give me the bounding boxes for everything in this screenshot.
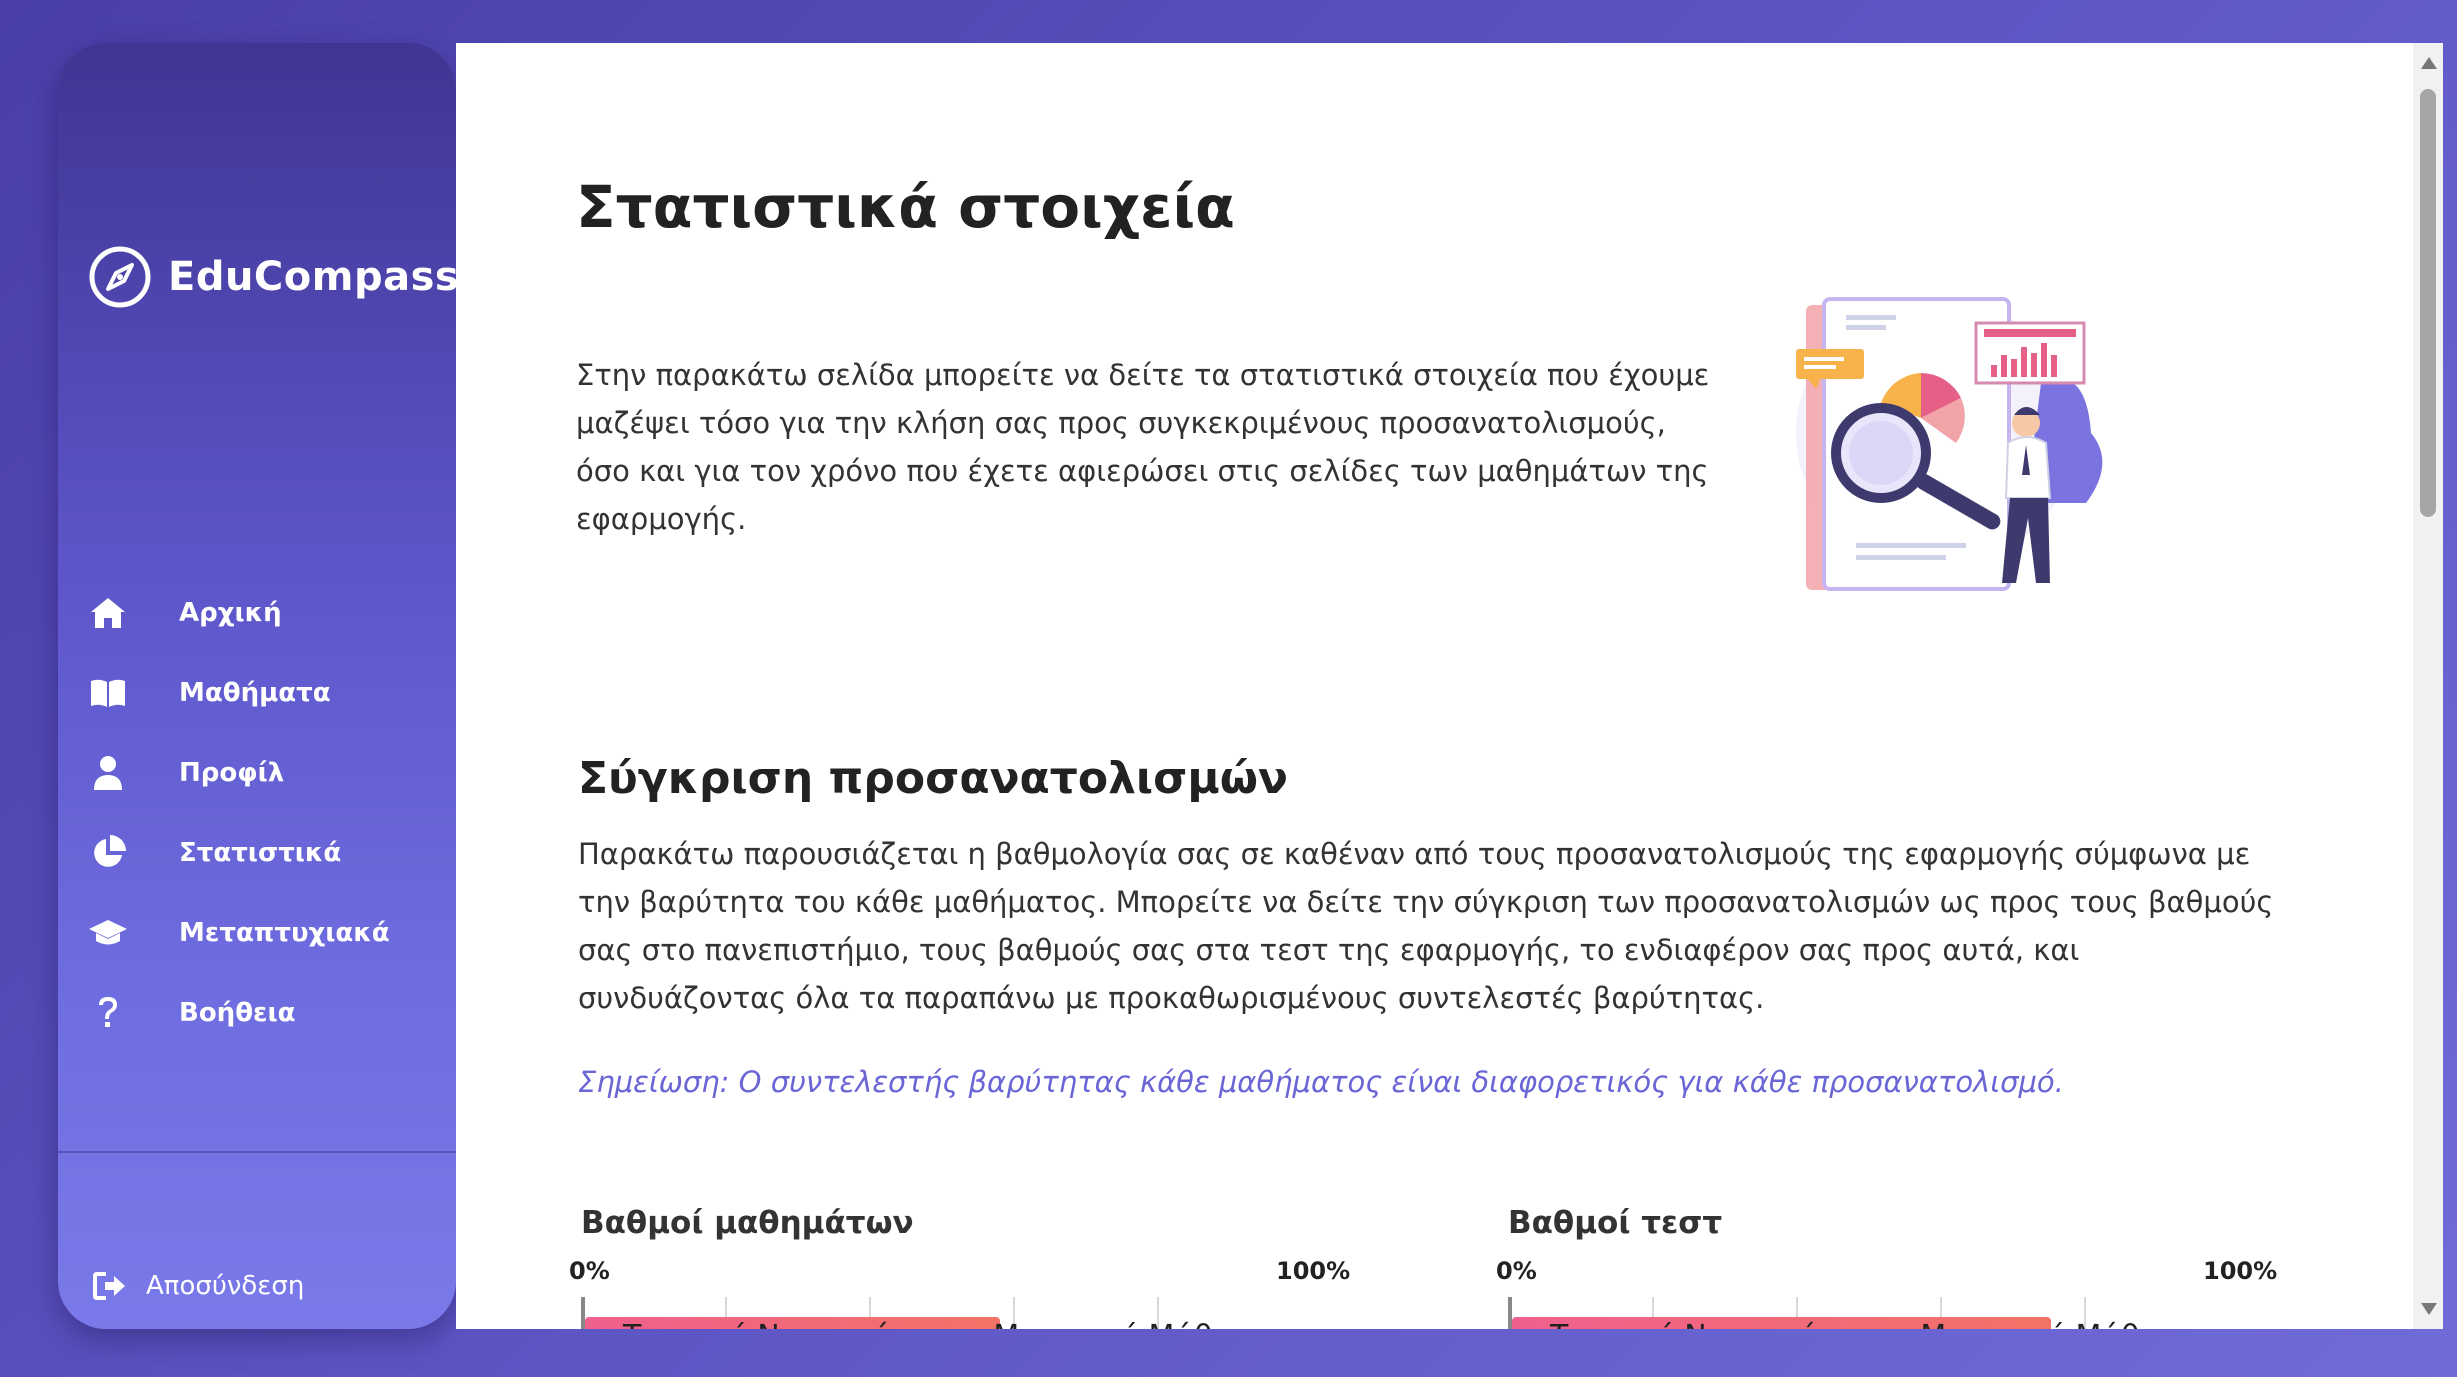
axis-max-label: 100%: [2203, 1257, 2278, 1285]
app-logo[interactable]: EduCompass: [88, 245, 459, 309]
sidebar-item-label: Αρχική: [179, 598, 282, 628]
user-icon: [88, 753, 128, 793]
axis-min-label: 0%: [1496, 1257, 1537, 1285]
sidebar-item-statistics[interactable]: Στατιστικά: [88, 813, 448, 893]
logout-label: Αποσύνδεση: [146, 1271, 305, 1301]
weight-note: Σημείωση: Ο συντελεστής βαρύτητας κάθε μ…: [578, 1065, 2064, 1099]
question-icon: [88, 993, 128, 1033]
chart-plot: Τεχνητή Νοημοσύνη και Μηχανική Μάθηση: [1508, 1297, 2288, 1329]
test-grades-chart: Βαθμοί τεστ 0% 100% Τεχνητή Νοημοσύνη κα…: [1496, 1205, 2288, 1329]
app-name: EduCompass: [168, 254, 460, 300]
sidebar-item-home[interactable]: Αρχική: [88, 573, 448, 653]
section-description: Παρακάτω παρουσιάζεται η βαθμολογία σας …: [578, 837, 2274, 1015]
sidebar-divider: [58, 1151, 456, 1153]
scroll-down-arrow[interactable]: [2421, 1303, 2437, 1315]
book-icon: [88, 673, 128, 713]
bar-label: Τεχνητή Νοημοσύνη και Μηχανική Μάθηση: [623, 1319, 1270, 1329]
main-content: Στατιστικά στοιχεία Στην παρακάτω σελίδα…: [456, 43, 2413, 1329]
sidebar-item-label: Στατιστικά: [179, 838, 342, 868]
sidebar-item-postgraduate[interactable]: Μεταπτυχιακά: [88, 893, 448, 973]
axis-max-label: 100%: [1276, 1257, 1351, 1285]
sidebar-nav: Αρχική Μαθήματα Προφίλ Στατιστικά Μεταπτ…: [88, 573, 448, 1053]
chart-plot: Τεχνητή Νοημοσύνη και Μηχανική Μάθηση: [581, 1297, 1361, 1329]
scroll-up-arrow[interactable]: [2421, 57, 2437, 69]
vertical-scrollbar[interactable]: [2413, 43, 2443, 1329]
sidebar-item-profile[interactable]: Προφίλ: [88, 733, 448, 813]
sidebar-item-label: Μαθήματα: [179, 678, 331, 708]
sidebar-item-label: Μεταπτυχιακά: [179, 918, 390, 948]
page-title: Στατιστικά στοιχεία: [576, 173, 1235, 241]
section-title: Σύγκριση προσανατολισμών: [578, 753, 1288, 804]
statistics-illustration: [1796, 297, 2103, 591]
graduation-cap-icon: [88, 913, 128, 953]
logout-button[interactable]: Αποσύνδεση: [90, 1266, 304, 1306]
compass-icon: [89, 246, 151, 308]
course-grades-chart: Βαθμοί μαθημάτων 0% 100% Τεχνητή Νοημοσύ…: [569, 1205, 1361, 1329]
sidebar-item-label: Βοήθεια: [179, 998, 296, 1028]
sidebar-item-courses[interactable]: Μαθήματα: [88, 653, 448, 733]
sidebar: EduCompass Αρχική Μαθήματα Προφίλ Στατισ…: [58, 43, 459, 1329]
chart-title: Βαθμοί τεστ: [1508, 1205, 1723, 1241]
chart-title: Βαθμοί μαθημάτων: [581, 1205, 914, 1241]
sign-out-icon: [90, 1266, 130, 1306]
scroll-thumb[interactable]: [2420, 89, 2436, 517]
axis-min-label: 0%: [569, 1257, 610, 1285]
intro-text: Στην παρακάτω σελίδα μπορείτε να δείτε τ…: [576, 358, 1710, 536]
home-icon: [88, 593, 128, 633]
sidebar-item-label: Προφίλ: [179, 758, 285, 788]
bar-label: Τεχνητή Νοημοσύνη και Μηχανική Μάθηση: [1550, 1319, 2197, 1329]
pie-chart-icon: [88, 833, 128, 873]
sidebar-item-help[interactable]: Βοήθεια: [88, 973, 448, 1053]
